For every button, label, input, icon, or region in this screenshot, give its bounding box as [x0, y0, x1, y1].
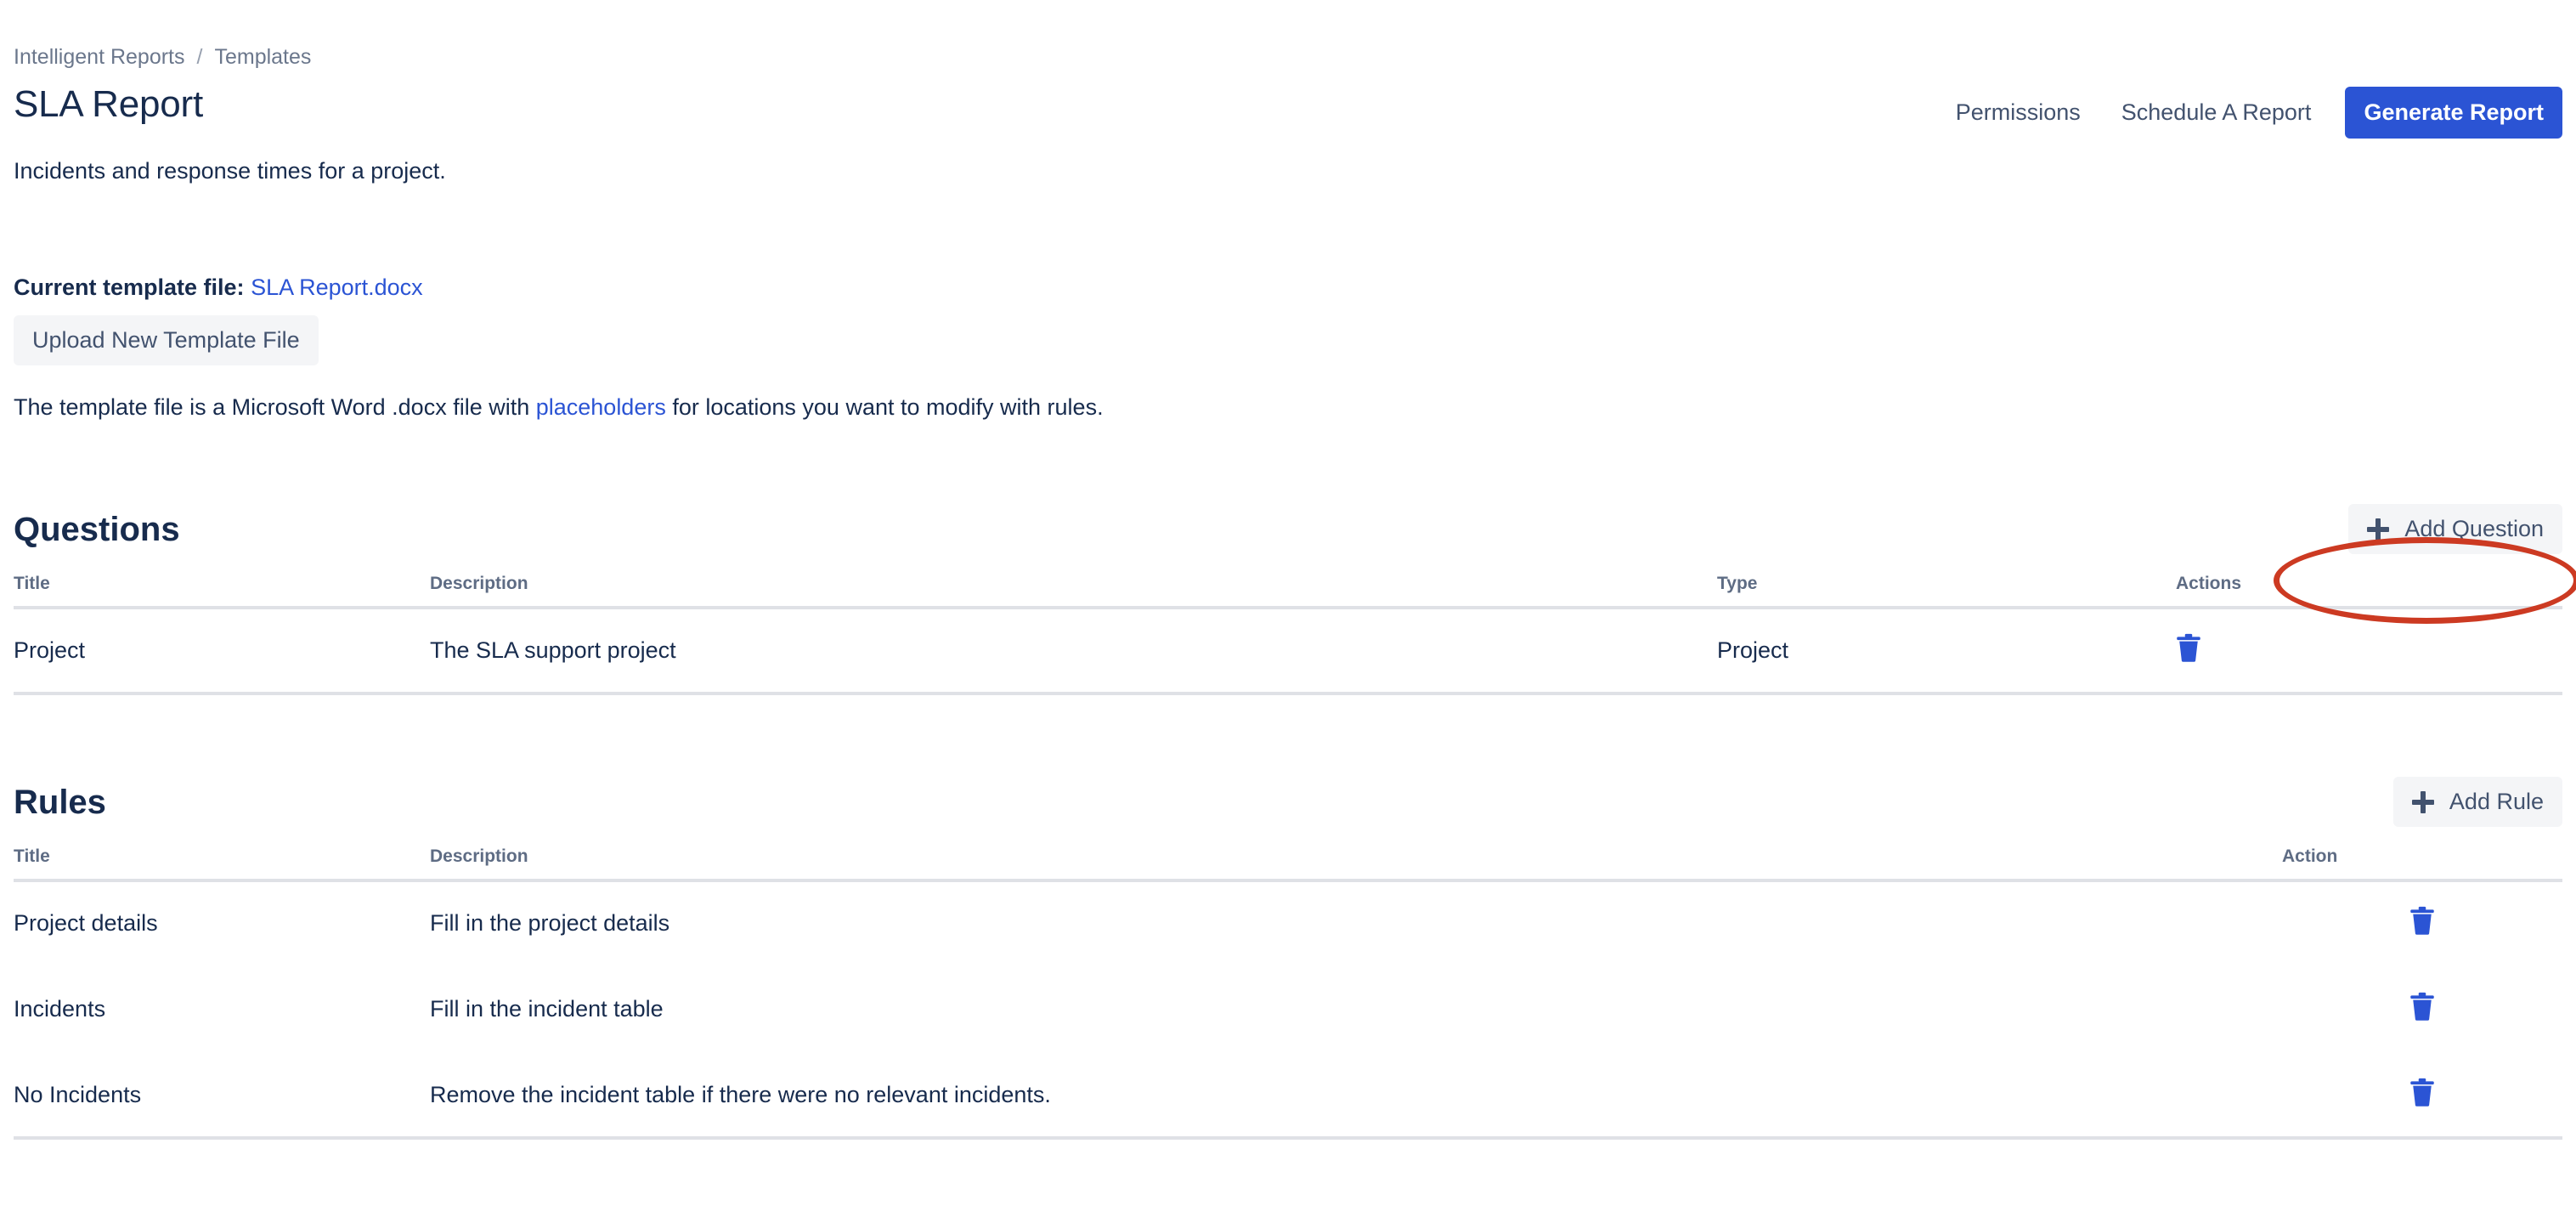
breadcrumb-separator: / [196, 45, 203, 69]
current-template-file-line: Current template file: SLA Report.docx [14, 273, 2562, 303]
plus-icon [2411, 790, 2434, 813]
add-question-button[interactable]: Add Question [2348, 504, 2562, 555]
questions-table-head: Title Description Type Actions [14, 573, 2562, 609]
question-actions-cell [2176, 607, 2562, 695]
question-title-cell: Project [14, 607, 430, 695]
rule-title-cell: Project details [14, 880, 430, 968]
table-row: Incidents Fill in the incident table [14, 965, 2562, 1054]
breadcrumb-item-intelligent-reports[interactable]: Intelligent Reports [14, 44, 185, 70]
rules-title: Rules [14, 783, 106, 821]
schedule-a-report-button[interactable]: Schedule A Report [2101, 89, 2332, 136]
table-header-row: Title Description Type Actions [14, 573, 2562, 609]
rule-description-cell: Fill in the project details [430, 880, 2282, 968]
questions-title: Questions [14, 510, 180, 548]
rules-table-body: Project details Fill in the project deta… [14, 880, 2562, 1140]
add-question-label: Add Question [2404, 516, 2544, 542]
rules-section-header: Rules Add Rule [14, 777, 2562, 828]
template-file-link[interactable]: SLA Report.docx [251, 275, 423, 300]
permissions-button[interactable]: Permissions [1935, 89, 2101, 136]
rule-description-cell: Fill in the incident table [430, 965, 2282, 1054]
placeholders-link[interactable]: placeholders [536, 394, 666, 420]
plus-icon [2367, 518, 2390, 541]
questions-section: Questions Add Question Title Description… [14, 504, 2562, 695]
table-header-row: Title Description Action [14, 846, 2562, 882]
column-header-type: Type [1717, 573, 2176, 609]
rules-table: Title Description Action Project details… [14, 846, 2562, 1140]
upload-new-template-file-button[interactable]: Upload New Template File [14, 314, 319, 365]
column-header-title: Title [14, 573, 430, 609]
delete-rule-button[interactable] [2409, 906, 2435, 935]
rules-table-head: Title Description Action [14, 846, 2562, 882]
trash-icon [2409, 992, 2435, 1021]
page-title: SLA Report [14, 83, 204, 125]
breadcrumb-item-templates[interactable]: Templates [214, 44, 311, 70]
trash-icon [2176, 633, 2201, 662]
column-header-actions: Actions [2176, 573, 2562, 609]
column-header-description: Description [430, 846, 2282, 882]
column-header-title: Title [14, 846, 430, 882]
rules-section: Rules Add Rule Title Description Action … [14, 777, 2562, 1140]
template-help-text: The template file is a Microsoft Word .d… [14, 393, 2562, 422]
trash-icon [2409, 1078, 2435, 1107]
delete-rule-button[interactable] [2409, 1078, 2435, 1107]
template-help-suffix: for locations you want to modify with ru… [665, 393, 1104, 420]
column-header-action: Action [2282, 846, 2562, 882]
rule-description-cell: Remove the incident table if there were … [430, 1051, 2282, 1140]
delete-rule-button[interactable] [2409, 992, 2435, 1021]
delete-question-button[interactable] [2176, 633, 2201, 662]
question-description-cell: The SLA support project [430, 607, 1717, 695]
template-file-section: Current template file: SLA Report.docx U… [14, 273, 2562, 422]
rule-action-cell [2282, 880, 2562, 968]
rule-action-cell [2282, 1051, 2562, 1140]
table-row: Project details Fill in the project deta… [14, 880, 2562, 968]
question-type-cell: Project [1717, 607, 2176, 695]
questions-table: Title Description Type Actions Project T… [14, 573, 2562, 695]
questions-section-header: Questions Add Question [14, 504, 2562, 555]
table-row: No Incidents Remove the incident table i… [14, 1051, 2562, 1140]
add-rule-label: Add Rule [2449, 789, 2544, 815]
column-header-description: Description [430, 573, 1717, 609]
rule-title-cell: No Incidents [14, 1051, 430, 1140]
header-actions: Permissions Schedule A Report Generate R… [1935, 87, 2562, 139]
page-header: SLA Report Permissions Schedule A Report… [14, 83, 2562, 139]
generate-report-button[interactable]: Generate Report [2345, 87, 2562, 139]
trash-icon [2409, 906, 2435, 935]
table-row: Project The SLA support project Project [14, 607, 2562, 695]
template-help-prefix: The template file is a Microsoft Word .d… [14, 393, 536, 420]
current-template-file-label: Current template file: [14, 275, 245, 301]
report-template-page: Intelligent Reports / Templates SLA Repo… [0, 0, 2576, 1217]
questions-table-body: Project The SLA support project Project [14, 607, 2562, 695]
breadcrumb: Intelligent Reports / Templates [14, 0, 2562, 70]
rule-action-cell [2282, 965, 2562, 1054]
page-description: Incidents and response times for a proje… [14, 158, 446, 184]
rule-title-cell: Incidents [14, 965, 430, 1054]
add-rule-button[interactable]: Add Rule [2392, 777, 2562, 828]
